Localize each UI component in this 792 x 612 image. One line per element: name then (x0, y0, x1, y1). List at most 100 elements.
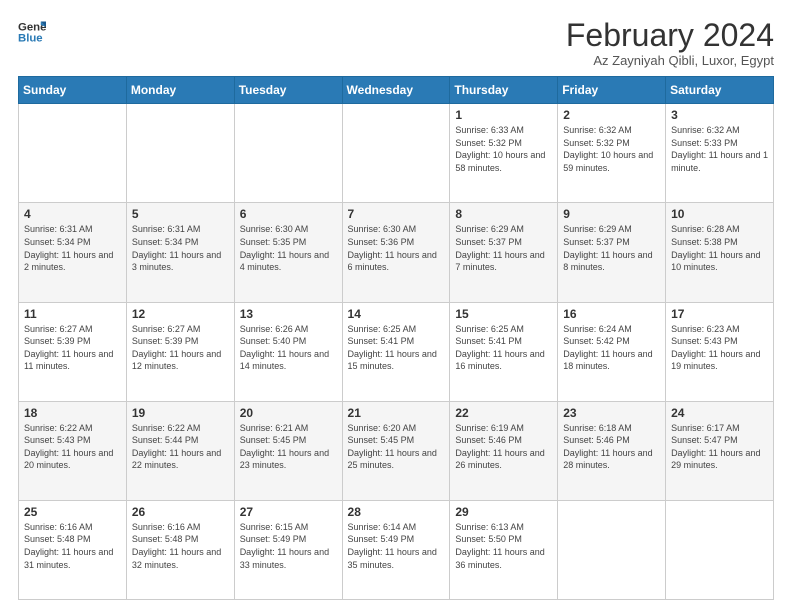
calendar-cell: 22Sunrise: 6:19 AMSunset: 5:46 PMDayligh… (450, 401, 558, 500)
calendar-cell: 14Sunrise: 6:25 AMSunset: 5:41 PMDayligh… (342, 302, 450, 401)
day-info: Sunrise: 6:30 AMSunset: 5:35 PMDaylight:… (240, 223, 337, 273)
day-info: Sunrise: 6:21 AMSunset: 5:45 PMDaylight:… (240, 422, 337, 472)
day-number: 14 (348, 307, 445, 321)
day-number: 18 (24, 406, 121, 420)
col-saturday: Saturday (666, 77, 774, 104)
title-block: February 2024 Az Zayniyah Qibli, Luxor, … (566, 18, 774, 68)
calendar-cell: 4 Sunrise: 6:31 AMSunset: 5:34 PMDaylight… (19, 203, 127, 302)
day-number: 20 (240, 406, 337, 420)
calendar-cell (19, 104, 127, 203)
day-info: Sunrise: 6:22 AMSunset: 5:44 PMDaylight:… (132, 422, 229, 472)
header: General Blue February 2024 Az Zayniyah Q… (18, 18, 774, 68)
day-info: Sunrise: 6:27 AMSunset: 5:39 PMDaylight:… (24, 323, 121, 373)
calendar-cell: 20 Sunrise: 6:21 AMSunset: 5:45 PMDayligh… (234, 401, 342, 500)
page: General Blue February 2024 Az Zayniyah Q… (0, 0, 792, 612)
calendar-cell: 2 Sunrise: 6:32 AMSunset: 5:32 PMDaylight… (558, 104, 666, 203)
day-info: Sunrise: 6:27 AMSunset: 5:39 PMDaylight:… (132, 323, 229, 373)
day-number: 25 (24, 505, 121, 519)
calendar-cell: 11 Sunrise: 6:27 AMSunset: 5:39 PMDayligh… (19, 302, 127, 401)
week-row-3: 11 Sunrise: 6:27 AMSunset: 5:39 PMDayligh… (19, 302, 774, 401)
calendar-cell: 29Sunrise: 6:13 AMSunset: 5:50 PMDayligh… (450, 500, 558, 599)
calendar-cell: 8 Sunrise: 6:29 AMSunset: 5:37 PMDaylight… (450, 203, 558, 302)
day-number: 10 (671, 207, 768, 221)
day-number: 11 (24, 307, 121, 321)
day-number: 19 (132, 406, 229, 420)
day-info: Sunrise: 6:26 AMSunset: 5:40 PMDaylight:… (240, 323, 337, 373)
day-number: 8 (455, 207, 552, 221)
calendar-cell: 23Sunrise: 6:18 AMSunset: 5:46 PMDayligh… (558, 401, 666, 500)
calendar-cell: 27 Sunrise: 6:15 AMSunset: 5:49 PMDayligh… (234, 500, 342, 599)
calendar-cell (342, 104, 450, 203)
svg-text:Blue: Blue (18, 33, 43, 45)
calendar-cell: 18 Sunrise: 6:22 AMSunset: 5:43 PMDayligh… (19, 401, 127, 500)
day-info: Sunrise: 6:19 AMSunset: 5:46 PMDaylight:… (455, 422, 552, 472)
main-title: February 2024 (566, 18, 774, 53)
calendar-cell: 16 Sunrise: 6:24 AMSunset: 5:42 PMDayligh… (558, 302, 666, 401)
week-row-4: 18 Sunrise: 6:22 AMSunset: 5:43 PMDayligh… (19, 401, 774, 500)
day-number: 6 (240, 207, 337, 221)
calendar-cell: 1Sunrise: 6:33 AMSunset: 5:32 PMDaylight… (450, 104, 558, 203)
day-info: Sunrise: 6:30 AMSunset: 5:36 PMDaylight:… (348, 223, 445, 273)
day-number: 27 (240, 505, 337, 519)
calendar-cell: 3 Sunrise: 6:32 AMSunset: 5:33 PMDaylight… (666, 104, 774, 203)
calendar-cell: 5 Sunrise: 6:31 AMSunset: 5:34 PMDaylight… (126, 203, 234, 302)
day-number: 17 (671, 307, 768, 321)
calendar-cell: 19 Sunrise: 6:22 AMSunset: 5:44 PMDayligh… (126, 401, 234, 500)
logo-icon: General Blue (18, 18, 46, 46)
day-number: 24 (671, 406, 768, 420)
calendar-cell: 25 Sunrise: 6:16 AMSunset: 5:48 PMDayligh… (19, 500, 127, 599)
day-info: Sunrise: 6:31 AMSunset: 5:34 PMDaylight:… (24, 223, 121, 273)
logo: General Blue (18, 18, 46, 46)
day-info: Sunrise: 6:23 AMSunset: 5:43 PMDaylight:… (671, 323, 768, 373)
day-number: 5 (132, 207, 229, 221)
week-row-1: 1Sunrise: 6:33 AMSunset: 5:32 PMDaylight… (19, 104, 774, 203)
day-number: 29 (455, 505, 552, 519)
day-info: Sunrise: 6:15 AMSunset: 5:49 PMDaylight:… (240, 521, 337, 571)
day-info: Sunrise: 6:24 AMSunset: 5:42 PMDaylight:… (563, 323, 660, 373)
day-info: Sunrise: 6:28 AMSunset: 5:38 PMDaylight:… (671, 223, 768, 273)
day-number: 7 (348, 207, 445, 221)
day-number: 2 (563, 108, 660, 122)
calendar-cell (126, 104, 234, 203)
day-number: 9 (563, 207, 660, 221)
calendar-cell: 10 Sunrise: 6:28 AMSunset: 5:38 PMDayligh… (666, 203, 774, 302)
calendar-cell: 17 Sunrise: 6:23 AMSunset: 5:43 PMDayligh… (666, 302, 774, 401)
day-info: Sunrise: 6:22 AMSunset: 5:43 PMDaylight:… (24, 422, 121, 472)
col-wednesday: Wednesday (342, 77, 450, 104)
calendar-cell: 13 Sunrise: 6:26 AMSunset: 5:40 PMDayligh… (234, 302, 342, 401)
day-info: Sunrise: 6:32 AMSunset: 5:32 PMDaylight:… (563, 124, 660, 174)
day-number: 3 (671, 108, 768, 122)
day-number: 12 (132, 307, 229, 321)
day-number: 15 (455, 307, 552, 321)
day-number: 4 (24, 207, 121, 221)
week-row-2: 4 Sunrise: 6:31 AMSunset: 5:34 PMDaylight… (19, 203, 774, 302)
col-friday: Friday (558, 77, 666, 104)
calendar-cell: 12 Sunrise: 6:27 AMSunset: 5:39 PMDayligh… (126, 302, 234, 401)
calendar-cell: 9Sunrise: 6:29 AMSunset: 5:37 PMDaylight… (558, 203, 666, 302)
day-info: Sunrise: 6:25 AMSunset: 5:41 PMDaylight:… (455, 323, 552, 373)
col-thursday: Thursday (450, 77, 558, 104)
day-info: Sunrise: 6:17 AMSunset: 5:47 PMDaylight:… (671, 422, 768, 472)
day-info: Sunrise: 6:29 AMSunset: 5:37 PMDaylight:… (455, 223, 552, 273)
week-row-5: 25 Sunrise: 6:16 AMSunset: 5:48 PMDayligh… (19, 500, 774, 599)
calendar-cell: 6 Sunrise: 6:30 AMSunset: 5:35 PMDaylight… (234, 203, 342, 302)
day-info: Sunrise: 6:16 AMSunset: 5:48 PMDaylight:… (24, 521, 121, 571)
calendar-table: Sunday Monday Tuesday Wednesday Thursday… (18, 76, 774, 600)
col-sunday: Sunday (19, 77, 127, 104)
day-info: Sunrise: 6:31 AMSunset: 5:34 PMDaylight:… (132, 223, 229, 273)
day-number: 16 (563, 307, 660, 321)
calendar-cell: 28Sunrise: 6:14 AMSunset: 5:49 PMDayligh… (342, 500, 450, 599)
calendar-cell: 21Sunrise: 6:20 AMSunset: 5:45 PMDayligh… (342, 401, 450, 500)
day-info: Sunrise: 6:33 AMSunset: 5:32 PMDaylight:… (455, 124, 552, 174)
calendar-cell (558, 500, 666, 599)
day-info: Sunrise: 6:20 AMSunset: 5:45 PMDaylight:… (348, 422, 445, 472)
subtitle: Az Zayniyah Qibli, Luxor, Egypt (566, 53, 774, 68)
day-info: Sunrise: 6:32 AMSunset: 5:33 PMDaylight:… (671, 124, 768, 174)
day-number: 13 (240, 307, 337, 321)
calendar-cell: 26Sunrise: 6:16 AMSunset: 5:48 PMDayligh… (126, 500, 234, 599)
calendar-cell: 24 Sunrise: 6:17 AMSunset: 5:47 PMDayligh… (666, 401, 774, 500)
day-info: Sunrise: 6:14 AMSunset: 5:49 PMDaylight:… (348, 521, 445, 571)
day-info: Sunrise: 6:18 AMSunset: 5:46 PMDaylight:… (563, 422, 660, 472)
calendar-header-row: Sunday Monday Tuesday Wednesday Thursday… (19, 77, 774, 104)
day-number: 26 (132, 505, 229, 519)
